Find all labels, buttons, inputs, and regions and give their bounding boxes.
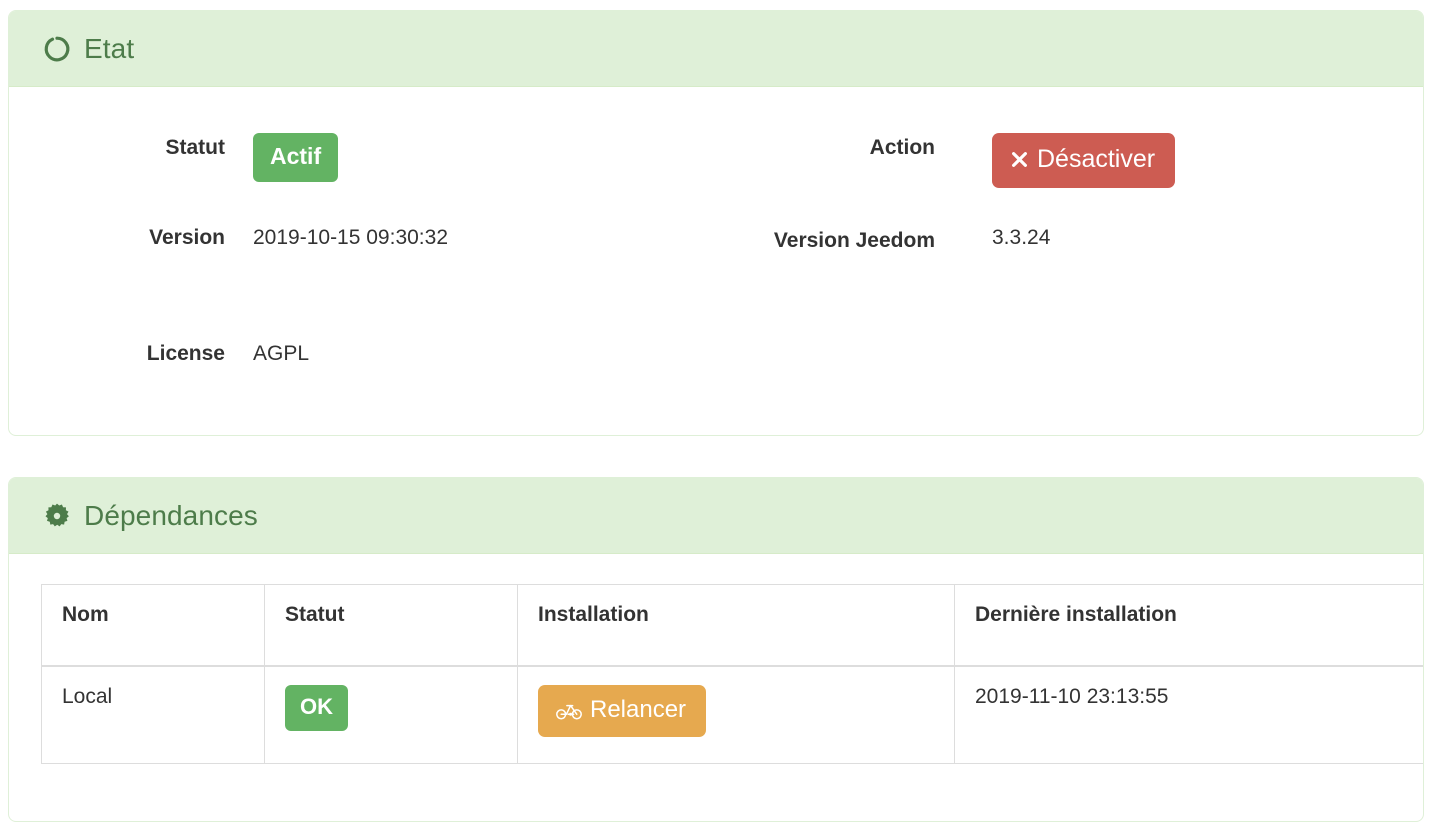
status-panel: Etat Statut Actif Action Désactiver Vers…: [8, 10, 1424, 436]
dependencies-panel-header: Dépendances: [9, 478, 1423, 554]
column-header-installation: Installation: [517, 584, 955, 667]
bicycle-icon: [556, 700, 582, 720]
dependency-status-badge: OK: [285, 685, 348, 731]
column-header-statut: Statut: [264, 584, 518, 667]
dependencies-panel-title-text: Dépendances: [84, 499, 258, 531]
circle-notch-icon: [43, 35, 71, 63]
dependencies-table: Nom Statut Installation Dernière install…: [41, 584, 1423, 764]
statut-value-wrap: Actif: [253, 133, 339, 182]
times-icon: [1010, 150, 1029, 169]
status-panel-title-text: Etat: [84, 32, 135, 64]
action-value-wrap: Désactiver: [992, 133, 1176, 188]
deactivate-button-label: Désactiver: [1037, 145, 1156, 173]
version-value: 2019-10-15 09:30:32: [253, 226, 448, 249]
dependencies-table-body: Local OK Relancer 2019-11-10 23:13:55: [41, 665, 1423, 764]
version-jeedom-label: Version Jeedom: [773, 229, 935, 252]
dependencies-table-head: Nom Statut Installation Dernière install…: [41, 584, 1423, 667]
deactivate-button[interactable]: Désactiver: [992, 133, 1176, 188]
version-label: Version: [149, 226, 225, 249]
status-panel-body: Statut Actif Action Désactiver Version 2…: [9, 87, 1423, 435]
status-panel-title: Etat: [43, 32, 135, 64]
license-label: License: [146, 342, 225, 365]
table-row: Local OK Relancer 2019-11-10 23:13:55: [41, 665, 1423, 764]
relaunch-button-label: Relancer: [590, 696, 687, 723]
field-version-jeedom: Version Jeedom 3.3.24: [699, 223, 1050, 259]
cell-derniere-installation: 2019-11-10 23:13:55: [954, 665, 1423, 764]
table-header-row: Nom Statut Installation Dernière install…: [41, 584, 1423, 667]
plugin-configuration-page: Etat Statut Actif Action Désactiver Vers…: [0, 0, 1432, 832]
dependencies-panel-title: Dépendances: [43, 499, 258, 531]
column-header-nom: Nom: [41, 584, 265, 667]
cell-installation: Relancer: [517, 665, 955, 764]
column-header-derniere-installation: Dernière installation: [954, 584, 1423, 667]
cog-icon: [43, 502, 71, 530]
cell-statut: OK: [264, 665, 518, 764]
version-jeedom-value: 3.3.24: [992, 226, 1051, 249]
field-license: License AGPL: [39, 339, 309, 369]
license-value: AGPL: [253, 342, 310, 365]
field-version: Version 2019-10-15 09:30:32: [39, 223, 448, 253]
dependencies-panel: Dépendances Nom Statut Installation Dern…: [8, 477, 1424, 822]
status-badge: Actif: [253, 133, 339, 182]
field-action: Action Désactiver: [699, 133, 1176, 188]
relaunch-button[interactable]: Relancer: [538, 685, 707, 737]
action-label: Action: [869, 136, 935, 159]
dependencies-panel-body: Nom Statut Installation Dernière install…: [9, 554, 1423, 821]
field-statut: Statut Actif: [39, 133, 339, 182]
cell-nom: Local: [41, 665, 265, 764]
status-panel-header: Etat: [9, 11, 1423, 87]
statut-label: Statut: [165, 136, 226, 159]
